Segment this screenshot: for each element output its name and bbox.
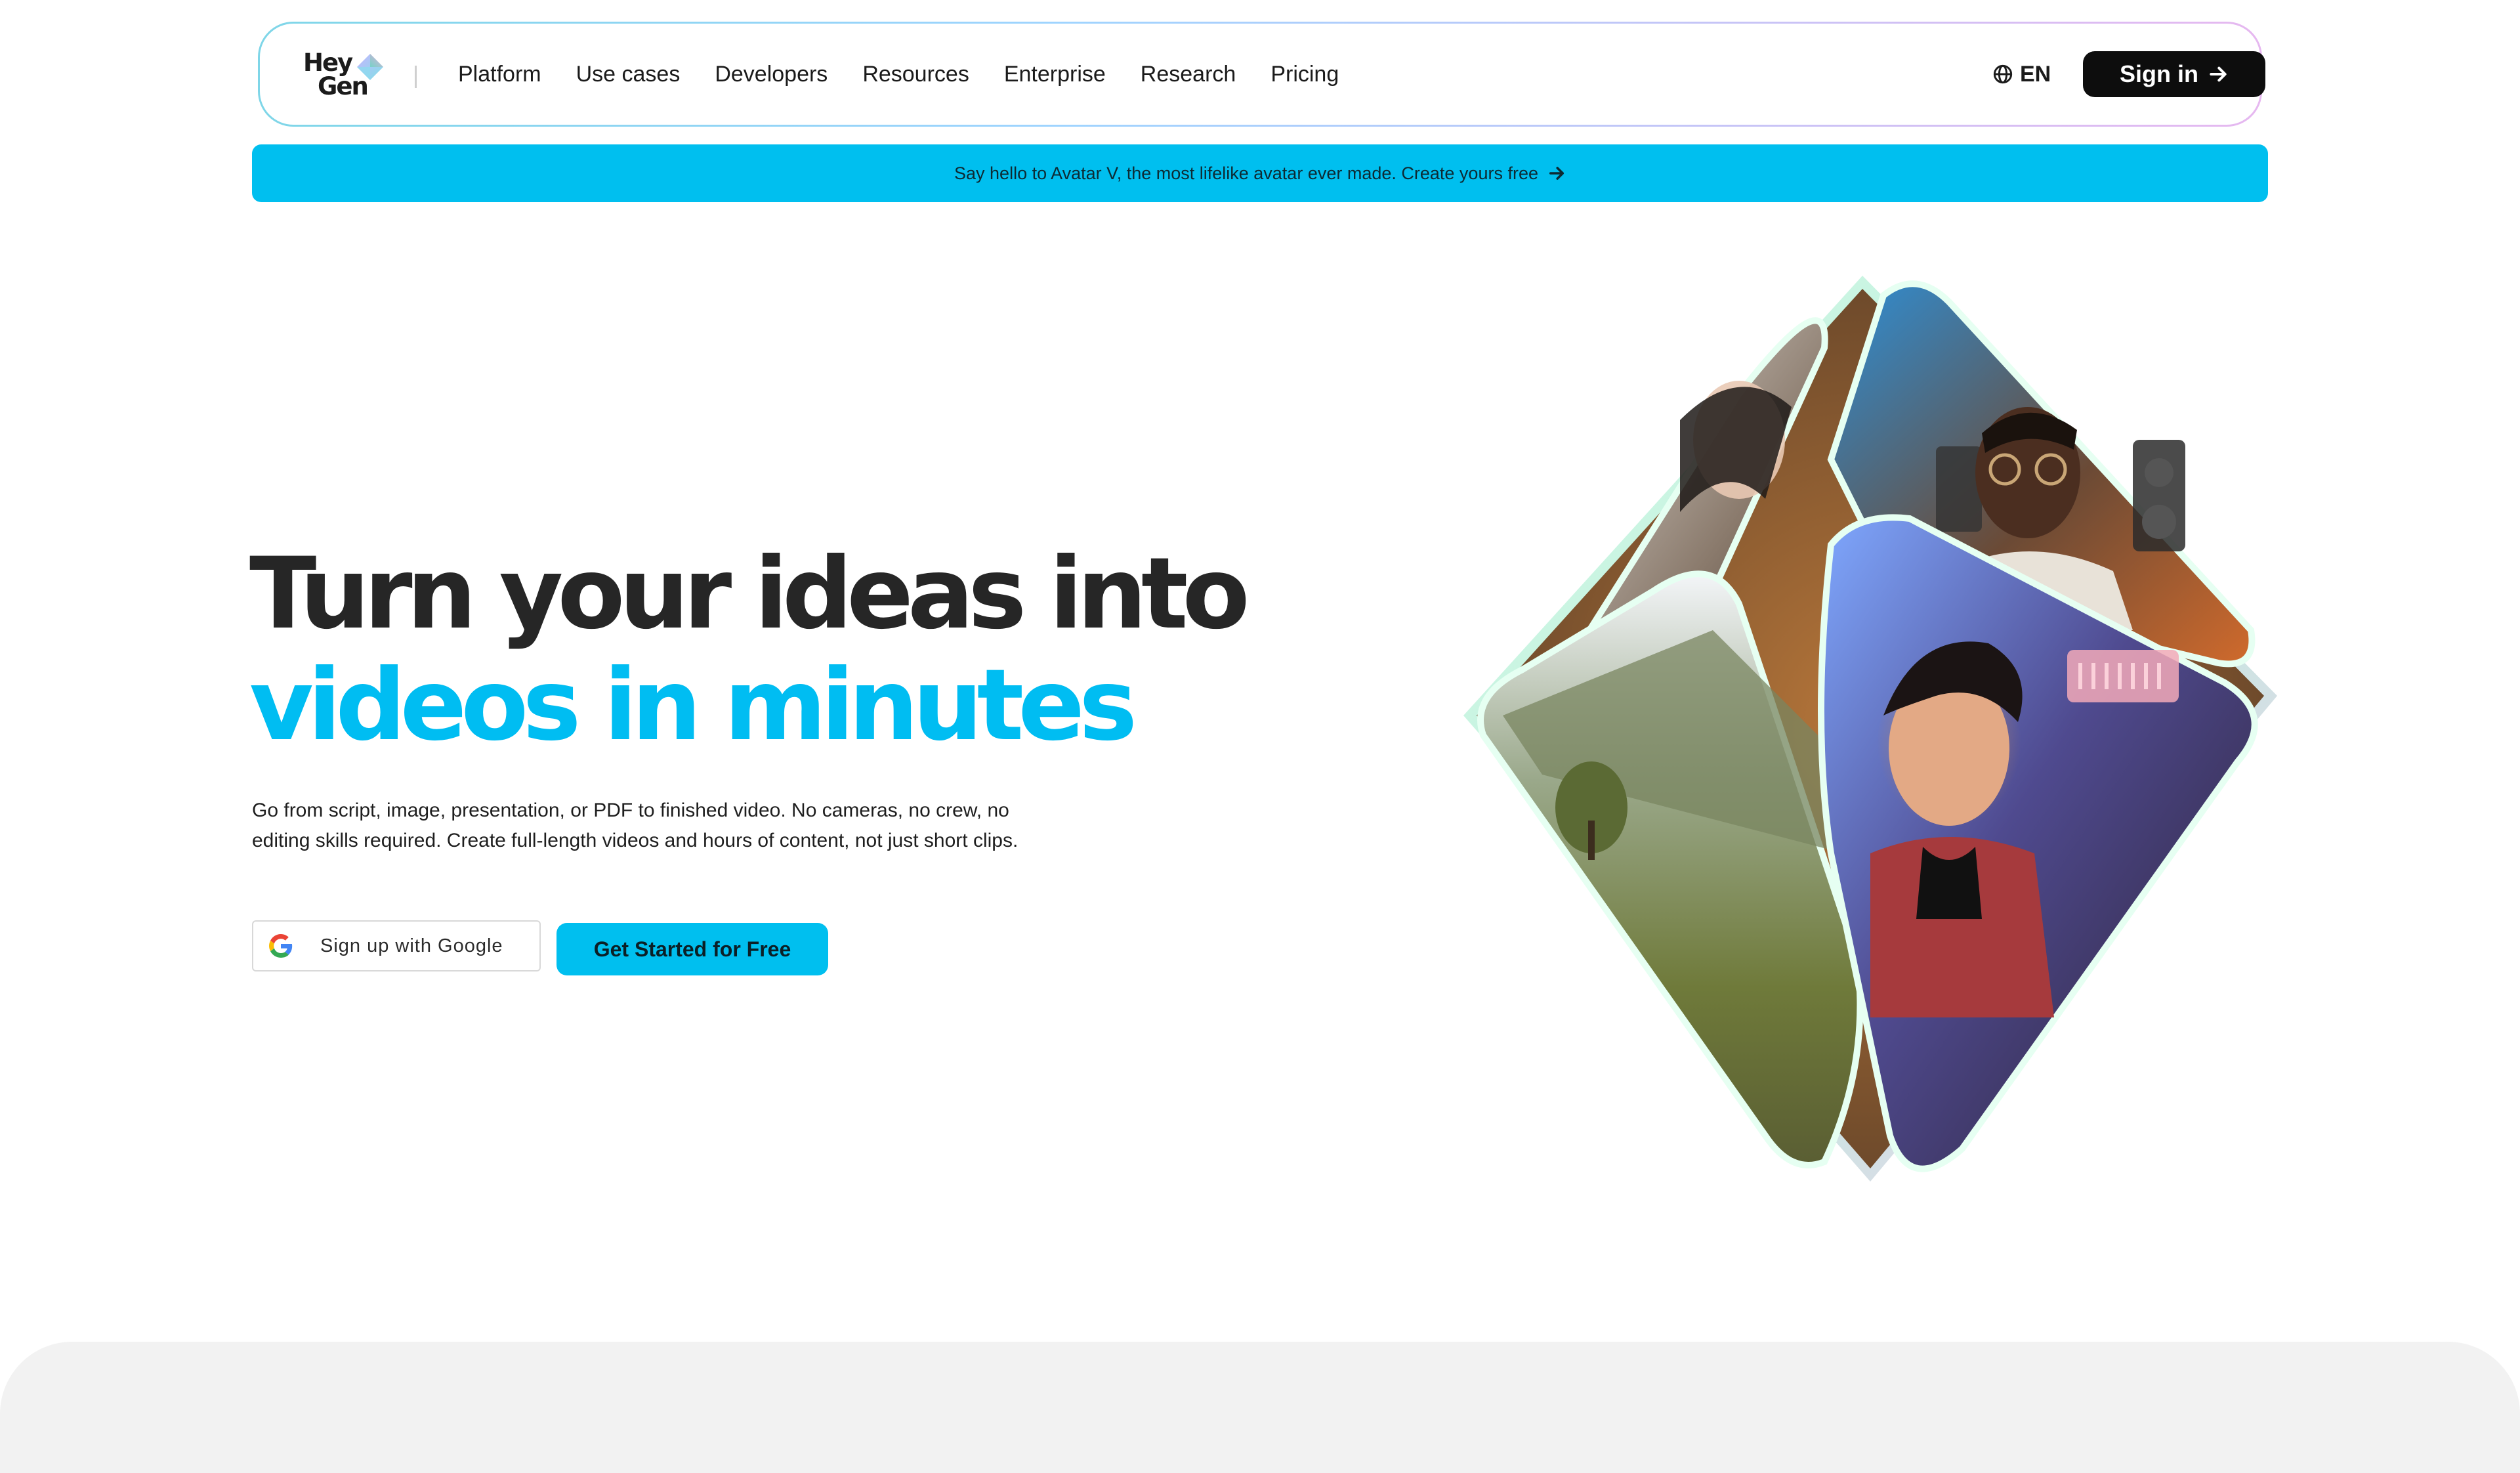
nav-item-enterprise[interactable]: Enterprise bbox=[1004, 62, 1106, 87]
announcement-banner[interactable]: Say hello to Avatar V, the most lifelike… bbox=[252, 144, 2268, 202]
heygen-gem-icon bbox=[357, 54, 383, 80]
nav-item-resources[interactable]: Resources bbox=[862, 62, 969, 87]
language-label: EN bbox=[2020, 61, 2051, 87]
banner-text: Say hello to Avatar V, the most lifelike… bbox=[954, 163, 1538, 183]
hero-description: Go from script, image, presentation, or … bbox=[252, 800, 1018, 851]
sign-in-button[interactable]: Sign in bbox=[2083, 51, 2265, 97]
nav-item-pricing[interactable]: Pricing bbox=[1270, 62, 1339, 87]
google-signup-label: Sign up with Google bbox=[320, 935, 503, 956]
globe-icon bbox=[1993, 64, 2013, 84]
google-g-icon bbox=[269, 934, 293, 958]
nav-item-platform[interactable]: Platform bbox=[458, 62, 541, 87]
hero-octahedron-visual bbox=[1372, 263, 2303, 1195]
next-section-panel bbox=[0, 1342, 2520, 1473]
nav-item-research[interactable]: Research bbox=[1141, 62, 1236, 87]
google-signup-button[interactable]: Sign up with Google bbox=[252, 920, 541, 971]
language-selector[interactable]: EN bbox=[1992, 24, 2051, 125]
heygen-logo[interactable]: Hey Gen bbox=[303, 51, 388, 101]
hero-title-line2: videos in minutes bbox=[249, 649, 1137, 763]
octahedron-collage bbox=[1463, 276, 2277, 1182]
sign-in-label: Sign in bbox=[2120, 60, 2198, 87]
arrow-right-icon bbox=[2210, 66, 2227, 82]
nav-item-developers[interactable]: Developers bbox=[715, 62, 828, 87]
hero-title-line1: Turn your ideas into bbox=[249, 537, 1250, 651]
primary-nav: Platform Use cases Developers Resources … bbox=[458, 24, 1374, 125]
get-started-label: Get Started for Free bbox=[593, 937, 791, 961]
get-started-button[interactable]: Get Started for Free bbox=[556, 923, 828, 975]
nav-divider bbox=[415, 66, 417, 88]
top-navbar: Hey Gen Platform Use cases Developers Re… bbox=[258, 22, 2265, 127]
nav-item-use-cases[interactable]: Use cases bbox=[576, 62, 681, 87]
arrow-right-icon bbox=[1549, 167, 1564, 180]
hero-title: Turn your ideas into videos in minutes bbox=[249, 537, 1250, 763]
